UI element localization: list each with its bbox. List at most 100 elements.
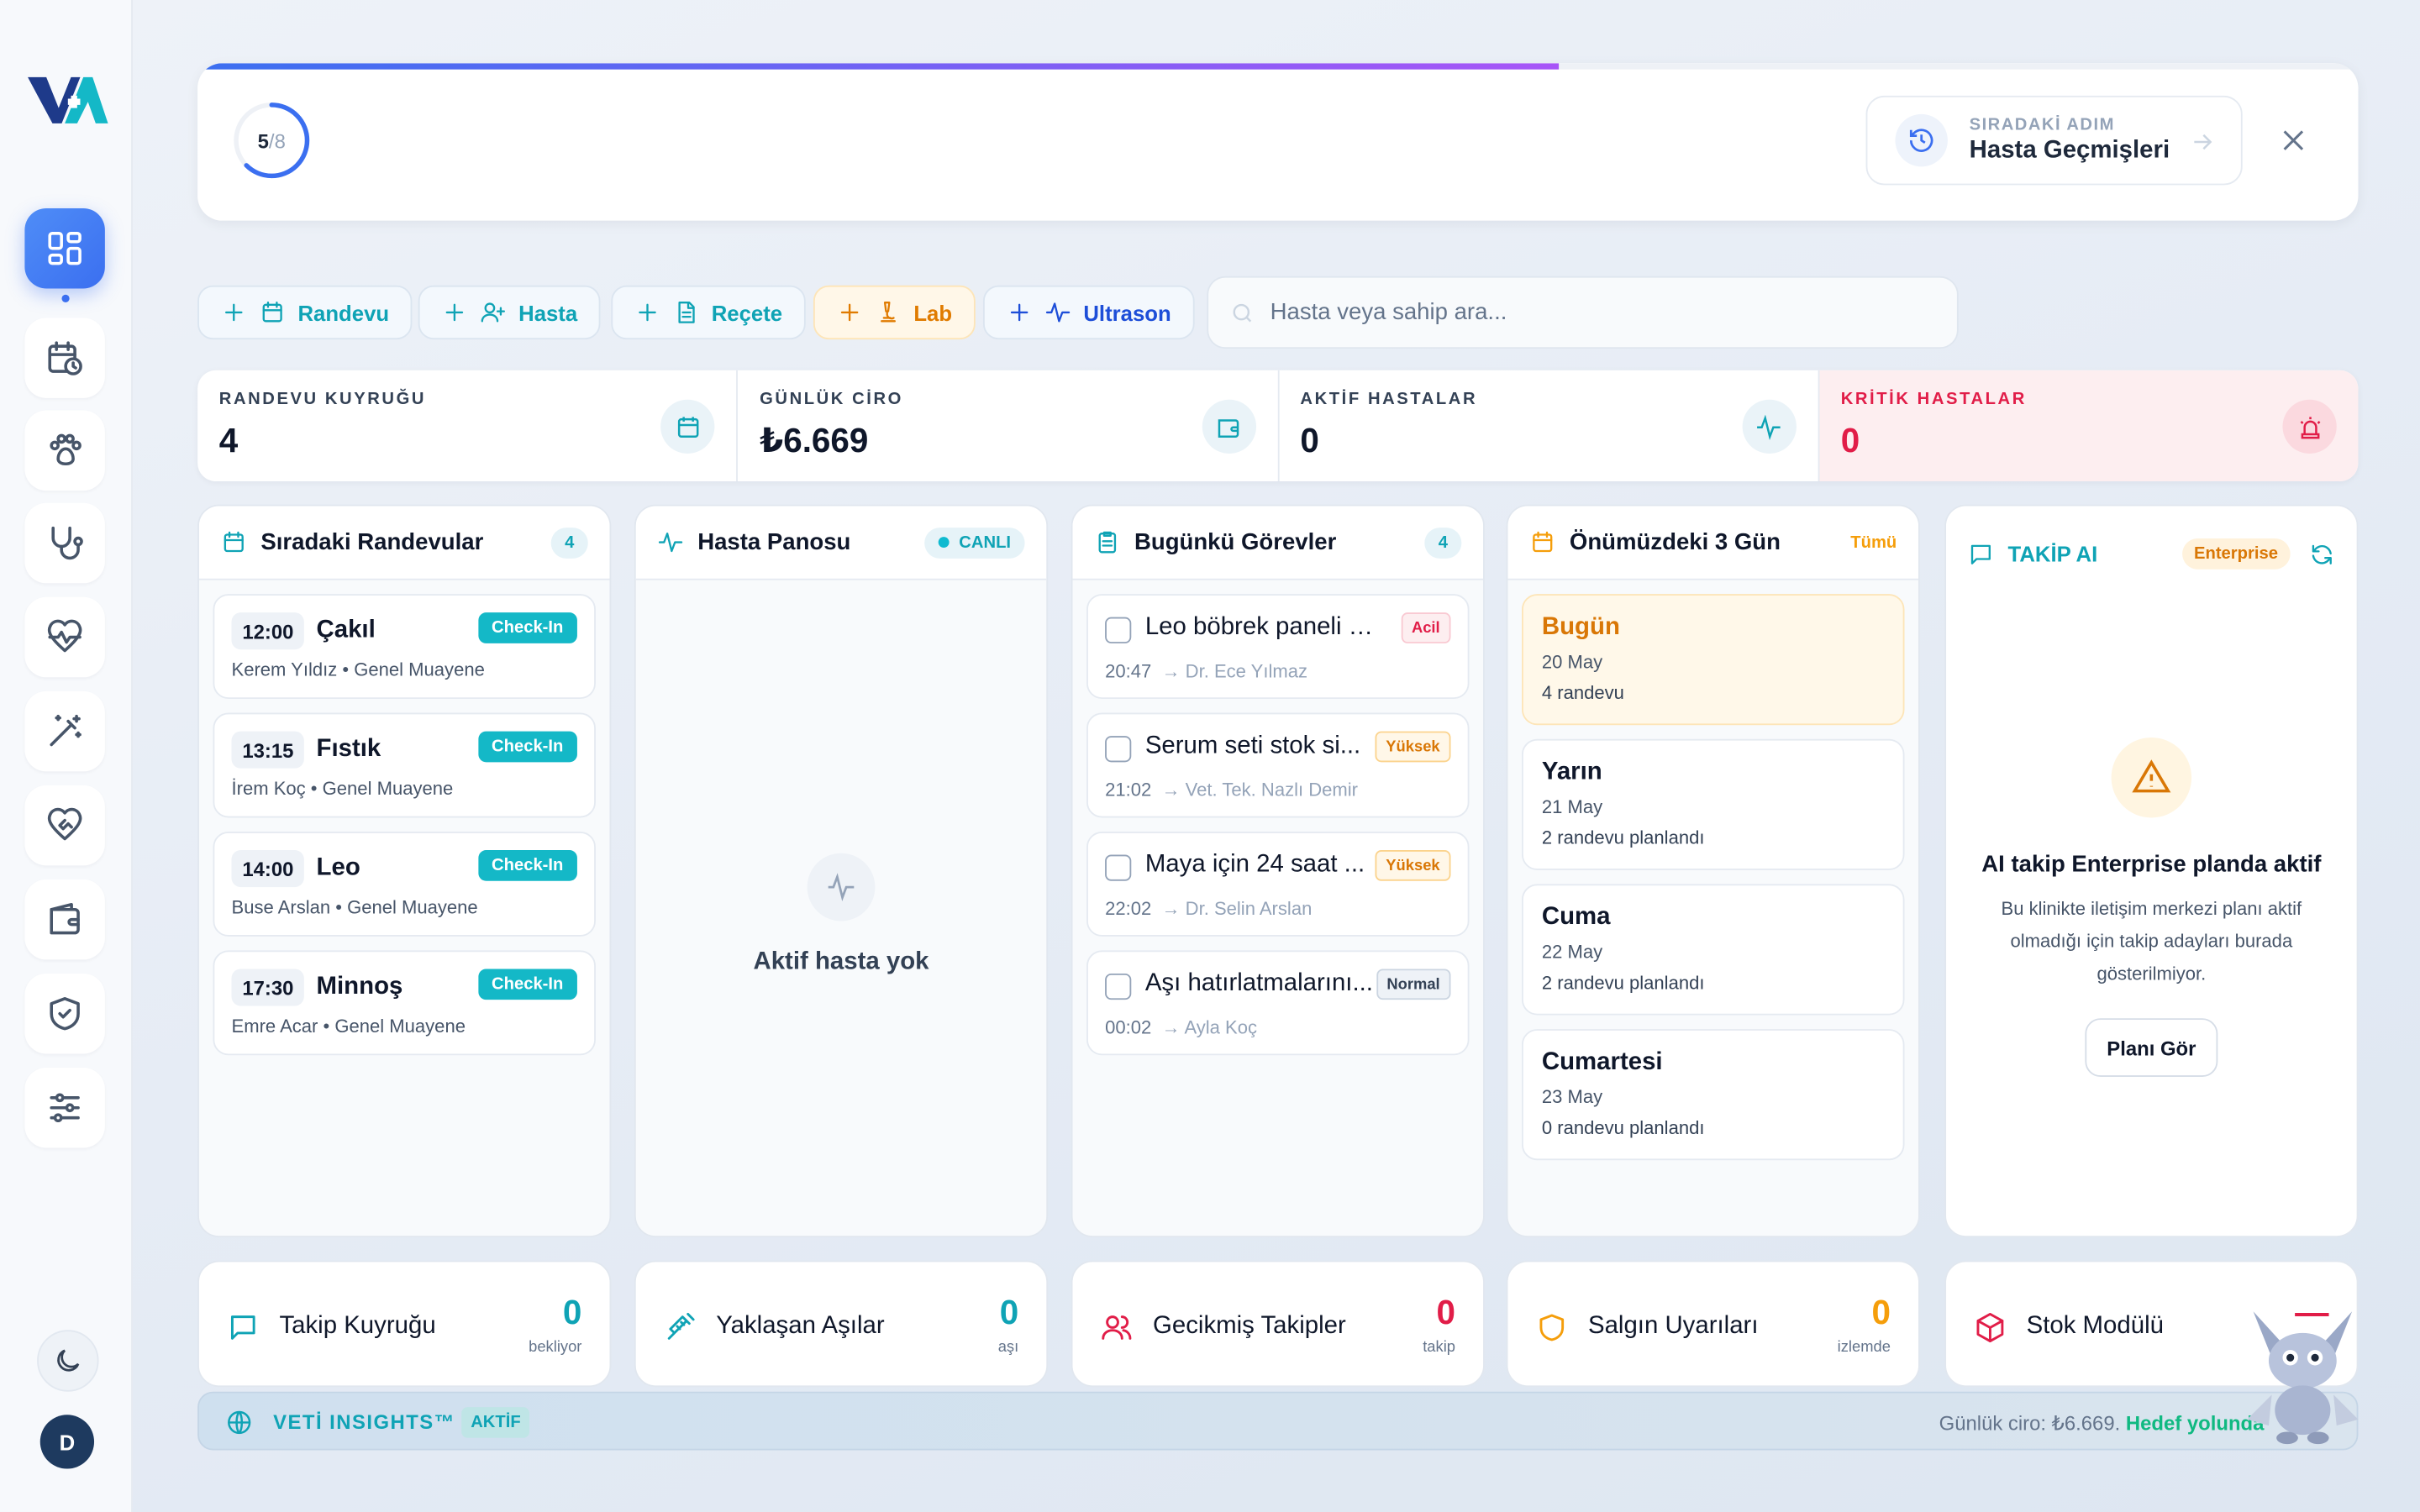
stat-value: 4: [218, 421, 239, 460]
siren-icon: [2299, 416, 2320, 438]
task-checkbox[interactable]: [1105, 736, 1132, 763]
step-current: 5: [257, 129, 269, 152]
day-card-today[interactable]: Bugün 20 May 4 randevu: [1521, 594, 1905, 726]
search-input[interactable]: [1270, 299, 1919, 326]
app-logo[interactable]: [24, 68, 111, 129]
appointment-pet: Leo: [316, 854, 360, 881]
day-card[interactable]: Cuma 22 May 2 randevu planlandı: [1521, 884, 1905, 1016]
search-icon: [1233, 302, 1252, 322]
nav-care[interactable]: [24, 785, 105, 866]
priority-badge: Acil: [1401, 612, 1451, 643]
quick-action-prescription-button[interactable]: Reçete: [611, 285, 806, 340]
card-title: Yaklaşan Aşılar: [716, 1313, 885, 1340]
insights-bar[interactable]: VETİ INSIGHTS™ AKTİF Günlük ciro: ₺6.669…: [197, 1391, 2359, 1451]
pulse-icon: [1757, 413, 1781, 440]
quick-action-lab-button[interactable]: Lab: [813, 285, 976, 340]
mascot-assistant-icon[interactable]: [2241, 1299, 2365, 1446]
day-count: 0 randevu planlandı: [1541, 1116, 1705, 1139]
appointment-item[interactable]: 13:15 Fıstık İrem Koç • Genel Muayene Ch…: [213, 712, 596, 818]
appointment-item[interactable]: 17:30 Minnoş Emre Acar • Genel Muayene C…: [213, 950, 596, 1056]
check-in-button[interactable]: Check-In: [477, 850, 577, 881]
nav-dashboard[interactable]: [24, 207, 105, 289]
day-card[interactable]: Yarın 21 May 2 randevu planlandı: [1521, 738, 1905, 870]
theme-toggle-button[interactable]: [37, 1330, 99, 1392]
day-name: Cumartesi: [1541, 1048, 1663, 1076]
calendar-clock-icon: [48, 341, 82, 375]
empty-state: Aktif hasta yok: [636, 853, 1047, 977]
check-in-button[interactable]: Check-In: [477, 612, 577, 643]
upcoming-vaccines-card[interactable]: Yaklaşan Aşılar 0 aşı: [634, 1260, 1049, 1388]
box-icon: [1976, 1312, 2004, 1342]
pulse-icon: [1045, 302, 1071, 323]
nav-ai-tools[interactable]: [24, 690, 105, 772]
view-all-link[interactable]: Tümü: [1850, 533, 1897, 552]
check-in-button[interactable]: Check-In: [477, 969, 577, 1000]
stat-critical-patients[interactable]: KRİTİK HASTALAR 0: [1819, 370, 2359, 482]
task-item[interactable]: Serum seti stok si... 21:02 → Vet. Tek. …: [1086, 712, 1470, 818]
task-assignee: → Dr. Ece Yılmaz: [1161, 660, 1308, 682]
stat-label: RANDEVU KUYRUĞU: [218, 390, 427, 409]
appointment-time: 17:30: [231, 969, 305, 1006]
appointment-item[interactable]: 14:00 Leo Buse Arslan • Genel Muayene Ch…: [213, 831, 596, 937]
stat-label: AKTİF HASTALAR: [1300, 390, 1478, 409]
view-plan-button[interactable]: Planı Gör: [2085, 1018, 2218, 1078]
appointment-details: Kerem Yıldız • Genel Muayene: [231, 659, 485, 680]
patient-board-panel: Hasta Panosu CANLI Aktif hasta yok: [634, 504, 1049, 1238]
microscope-icon: [881, 302, 896, 323]
calendar-icon: [677, 416, 698, 438]
step-counter: 5/8: [232, 100, 313, 181]
nav-appointments[interactable]: [24, 318, 105, 398]
sidebar: D: [0, 0, 133, 1512]
priority-badge: Yüksek: [1375, 731, 1451, 763]
stat-daily-revenue[interactable]: GÜNLÜK CİRO ₺6.669: [738, 370, 1279, 482]
follow-up-queue-card[interactable]: Takip Kuyruğu 0 bekliyor: [197, 1260, 612, 1388]
nav-security[interactable]: [24, 973, 105, 1054]
syringe-icon: [667, 1312, 695, 1340]
wallet-icon: [1218, 418, 1239, 438]
task-checkbox[interactable]: [1105, 617, 1132, 643]
nav-health[interactable]: [24, 596, 105, 678]
next-step-value: Hasta Geçmişleri: [1969, 137, 2170, 164]
nav-patients[interactable]: [24, 410, 105, 491]
quick-action-ultrasound-button[interactable]: Ultrason: [982, 285, 1195, 340]
stat-label: KRİTİK HASTALAR: [1840, 390, 2027, 409]
user-plus-icon: [481, 302, 506, 323]
appointment-item[interactable]: 12:00 Çakıl Kerem Yıldız • Genel Muayene…: [213, 594, 596, 700]
task-item[interactable]: Leo böbrek paneli s... 20:47 → Dr. Ece Y…: [1086, 594, 1470, 700]
next-step-button[interactable]: SIRADAKİ ADIM Hasta Geçmişleri: [1865, 95, 2243, 186]
card-unit: bekliyor: [529, 1339, 582, 1357]
task-checkbox[interactable]: [1105, 854, 1132, 881]
user-avatar[interactable]: D: [39, 1415, 95, 1469]
stat-appointment-queue[interactable]: RANDEVU KUYRUĞU 4: [197, 370, 739, 482]
search-box[interactable]: [1207, 276, 1959, 349]
onboarding-progress-fill: [197, 63, 1560, 70]
nav-settings[interactable]: [24, 1067, 105, 1148]
quick-action-label: Lab: [913, 300, 953, 325]
overdue-follow-ups-card[interactable]: Gecikmiş Takipler 0 takip: [1071, 1260, 1485, 1388]
insights-summary: Günlük ciro: ₺6.669. Hedef yolunda: [1939, 1412, 2265, 1436]
appointment-details: İrem Koç • Genel Muayene: [231, 777, 454, 800]
calendar-icon: [1533, 531, 1553, 553]
dashboard-icon: [48, 232, 82, 265]
day-card[interactable]: Cumartesi 23 May 0 randevu planlandı: [1521, 1029, 1905, 1161]
outbreak-alerts-card[interactable]: Salgın Uyarıları 0 izlemde: [1506, 1260, 1920, 1388]
check-in-button[interactable]: Check-In: [477, 731, 577, 763]
globe-icon: [228, 1410, 251, 1435]
heart-pulse-icon: [47, 619, 82, 653]
insights-status-badge: AKTİF: [461, 1407, 530, 1438]
task-item[interactable]: Maya için 24 saat ... 22:02 → Dr. Selin …: [1086, 831, 1470, 937]
pulse-icon: [828, 873, 855, 901]
task-meta: 00:02 → Ayla Koç: [1105, 1016, 1257, 1038]
quick-action-patient-button[interactable]: Hasta: [418, 285, 601, 340]
nav-finance[interactable]: [24, 879, 105, 960]
task-item[interactable]: Aşı hatırlatmalarını... 00:02 → Ayla Koç…: [1086, 950, 1470, 1056]
stat-active-patients[interactable]: AKTİF HASTALAR 0: [1279, 370, 1820, 482]
nav-examination[interactable]: [24, 502, 105, 584]
day-date: 22 May: [1541, 941, 1603, 963]
close-icon[interactable]: [2278, 125, 2309, 156]
follow-up-ai-panel: TAKİP AI Enterprise AI takip Enterprise …: [1944, 504, 2359, 1238]
task-checkbox[interactable]: [1105, 973, 1132, 1000]
live-badge: CANLI: [924, 527, 1025, 558]
refresh-icon[interactable]: [2309, 541, 2335, 567]
quick-action-appointment-button[interactable]: Randevu: [197, 285, 413, 340]
